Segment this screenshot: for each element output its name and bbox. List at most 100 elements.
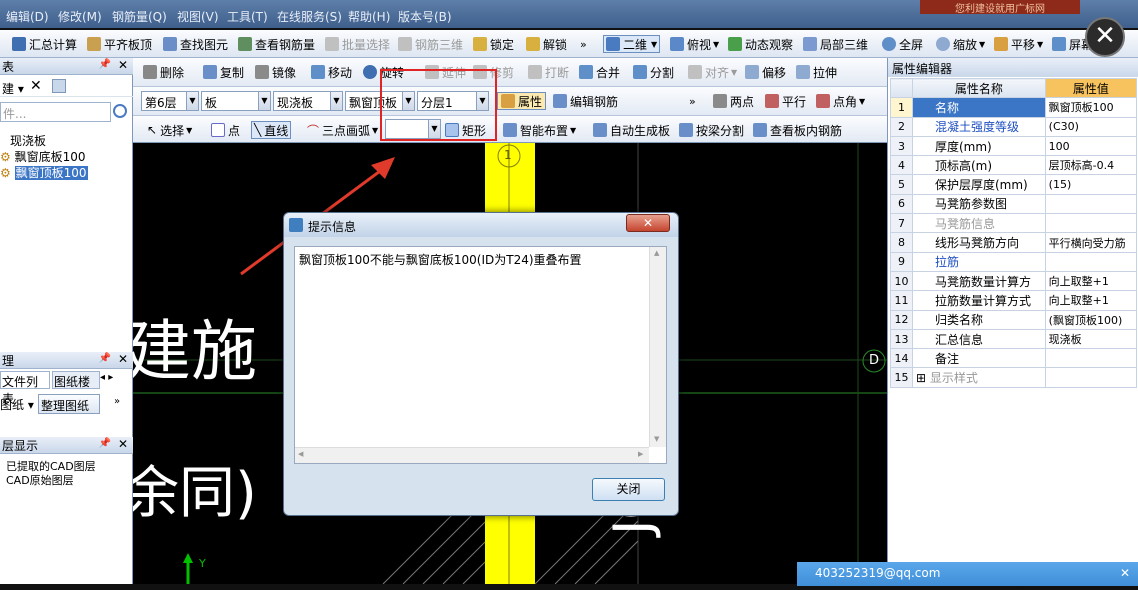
pan-button[interactable]: 平移 ▼ bbox=[994, 35, 1043, 53]
property-row[interactable]: 14 备注 bbox=[890, 348, 1138, 369]
new-button[interactable]: 建 ▾ bbox=[2, 80, 24, 97]
menu-modify[interactable]: 修改(M) bbox=[58, 8, 102, 25]
delete-icon[interactable]: ✕ bbox=[30, 78, 42, 94]
edit-rebar-button[interactable]: 编辑钢筋 bbox=[553, 92, 618, 110]
drawing-button[interactable]: 图纸 ▾ bbox=[0, 396, 34, 413]
close-icon[interactable]: ✕ bbox=[118, 352, 128, 366]
property-value[interactable]: 现浇板 bbox=[1044, 328, 1138, 350]
property-row[interactable]: 2 混凝土强度等级 (C30) bbox=[890, 116, 1138, 137]
tree-root[interactable]: 现浇板 bbox=[10, 132, 46, 149]
top-warning-banner[interactable]: 您利建设就用广标网 bbox=[920, 0, 1080, 14]
sum-calc-button[interactable]: 汇总计算 bbox=[12, 35, 77, 53]
property-row[interactable]: 9 拉筋 bbox=[890, 251, 1138, 272]
property-value[interactable]: 飘窗顶板100 bbox=[1044, 97, 1138, 118]
property-row[interactable]: 3 厚度(mm) 100 bbox=[890, 135, 1138, 157]
tab-file-list[interactable]: 文件列表 bbox=[0, 371, 50, 406]
chat-close-icon[interactable]: ✕ bbox=[1120, 566, 1130, 580]
property-value[interactable] bbox=[1044, 193, 1138, 215]
organize-drawings-button[interactable]: 整理图纸 bbox=[38, 394, 100, 414]
menu-view[interactable]: 视图(V) bbox=[177, 8, 219, 25]
search-icon[interactable] bbox=[113, 104, 127, 118]
view-rebar-button[interactable]: 查看钢筋量 bbox=[238, 35, 315, 53]
property-value[interactable]: 向上取整+1 bbox=[1044, 270, 1138, 292]
menu-version[interactable]: 版本号(B) bbox=[398, 8, 452, 25]
property-value[interactable] bbox=[1044, 213, 1138, 234]
scroll-down-icon[interactable]: ▼ bbox=[654, 435, 659, 443]
scroll-up-icon[interactable]: ▲ bbox=[654, 249, 659, 257]
property-value[interactable]: 100 bbox=[1044, 135, 1138, 157]
align-button[interactable]: 对齐 ▼ bbox=[688, 63, 737, 81]
line-button[interactable]: ╲ 直线 bbox=[251, 121, 292, 139]
top-view-button[interactable]: 俯视 ▼ bbox=[670, 35, 719, 53]
tree-item-selected[interactable]: ⚙ 飘窗顶板100 bbox=[0, 164, 88, 181]
move-button[interactable]: 移动 bbox=[311, 63, 352, 81]
scroll-right-icon[interactable]: ▶ bbox=[638, 450, 643, 458]
toolbar1-overflow-icon[interactable]: » bbox=[580, 35, 587, 53]
type-select[interactable]: 板 ▼ bbox=[201, 91, 271, 111]
local-3d-button[interactable]: 局部三维 bbox=[803, 35, 868, 53]
find-element-button[interactable]: 查找图元 bbox=[163, 35, 228, 53]
property-value[interactable]: (C30) bbox=[1044, 116, 1138, 137]
property-row[interactable]: 8 线形马凳筋方向 平行横向受力筋 bbox=[890, 232, 1138, 253]
property-row[interactable]: 12 归类名称 (飘窗顶板100) bbox=[890, 309, 1138, 330]
menu-help[interactable]: 帮助(H) bbox=[348, 8, 390, 25]
smart-layout-button[interactable]: 智能布置 ▼ bbox=[503, 121, 576, 139]
lock-button[interactable]: 锁定 bbox=[473, 35, 514, 53]
property-value[interactable] bbox=[1044, 251, 1138, 272]
stretch-button[interactable]: 拉伸 bbox=[796, 63, 837, 81]
pin-icon[interactable]: 📌 bbox=[99, 438, 111, 449]
property-value[interactable]: 层顶标高-0.4 bbox=[1044, 155, 1138, 176]
properties-button[interactable]: 属性 bbox=[497, 92, 547, 110]
zoom-button[interactable]: 缩放 ▼ bbox=[936, 35, 985, 53]
pin-icon[interactable]: 📌 bbox=[99, 353, 111, 364]
copy-button[interactable]: 复制 bbox=[203, 63, 244, 81]
merge-button[interactable]: 合并 bbox=[579, 63, 620, 81]
property-row[interactable]: 6 马凳筋参数图 bbox=[890, 193, 1138, 215]
auto-generate-button[interactable]: 自动生成板 bbox=[593, 121, 670, 139]
property-row[interactable]: 4 顶标高(m) 层顶标高-0.4 bbox=[890, 155, 1138, 176]
copy-icon[interactable] bbox=[52, 79, 66, 93]
property-value[interactable]: 平行横向受力筋 bbox=[1044, 232, 1138, 253]
property-value[interactable]: (飘窗顶板100) bbox=[1044, 309, 1138, 330]
menu-edit[interactable]: 编辑(D) bbox=[6, 8, 49, 25]
parallel-button[interactable]: 平行 bbox=[765, 92, 806, 110]
message-box[interactable]: 飘窗顶板100不能与飘窗底板100(ID为T24)重叠布置 ▲ ▼ ◀ ▶ bbox=[294, 246, 667, 464]
vertical-scrollbar[interactable]: ▲ ▼ bbox=[649, 247, 666, 447]
menu-online[interactable]: 在线服务(S) bbox=[277, 8, 342, 25]
menu-tools[interactable]: 工具(T) bbox=[227, 8, 268, 25]
tab-drawings[interactable]: 图纸楼 bbox=[52, 371, 100, 389]
tree-item[interactable]: ⚙ 飘窗底板100 bbox=[0, 148, 86, 165]
delete-button[interactable]: 删除 bbox=[143, 63, 184, 81]
property-value[interactable]: (15) bbox=[1044, 174, 1138, 195]
two-points-button[interactable]: 两点 bbox=[713, 92, 754, 110]
property-row[interactable]: 10 马凳筋数量计算方 向上取整+1 bbox=[890, 270, 1138, 292]
rebar-3d-button[interactable]: 钢筋三维 bbox=[398, 35, 463, 53]
batch-select-button[interactable]: 批量选择 bbox=[325, 35, 390, 53]
view-2d-button[interactable]: 二维 ▼ bbox=[603, 35, 661, 53]
pin-icon[interactable]: 📌 bbox=[99, 59, 111, 70]
scroll-left-icon[interactable]: ◀ bbox=[298, 450, 303, 458]
property-row[interactable]: 5 保护层厚度(mm) (15) bbox=[890, 174, 1138, 195]
property-row[interactable]: 11 拉筋数量计算方式 向上取整+1 bbox=[890, 290, 1138, 311]
layer-original[interactable]: CAD原始图层 bbox=[6, 472, 74, 488]
subtype-select[interactable]: 现浇板 ▼ bbox=[273, 91, 343, 111]
point-button[interactable]: 点 bbox=[211, 121, 240, 139]
floor-select[interactable]: 第6层 ▼ bbox=[141, 91, 199, 111]
dialog-titlebar[interactable]: 提示信息 bbox=[284, 213, 678, 237]
break-button[interactable]: 打断 bbox=[528, 63, 569, 81]
mirror-button[interactable]: 镜像 bbox=[255, 63, 296, 81]
chat-bar[interactable]: 403252319@qq.com ✕ bbox=[797, 562, 1138, 586]
offset-button[interactable]: 偏移 bbox=[745, 63, 786, 81]
unlock-button[interactable]: 解锁 bbox=[526, 35, 567, 53]
split-button[interactable]: 分割 bbox=[633, 63, 674, 81]
overlay-close-button[interactable]: ✕ bbox=[1085, 17, 1125, 57]
expand-icon[interactable]: ⊞ bbox=[916, 371, 930, 385]
view-inner-rebar-button[interactable]: 查看板内钢筋 bbox=[753, 121, 842, 139]
property-value[interactable] bbox=[1044, 348, 1138, 369]
arc3-button[interactable]: ⌒ 三点画弧 ▼ bbox=[307, 121, 378, 139]
property-row[interactable]: 7 马凳筋信息 bbox=[890, 213, 1138, 234]
select-button[interactable]: ↖ 选择 ▼ bbox=[147, 121, 192, 139]
close-icon[interactable]: ✕ bbox=[118, 437, 128, 451]
property-value[interactable] bbox=[1044, 367, 1138, 388]
property-row[interactable]: 1 名称 飘窗顶板100 bbox=[890, 97, 1138, 118]
